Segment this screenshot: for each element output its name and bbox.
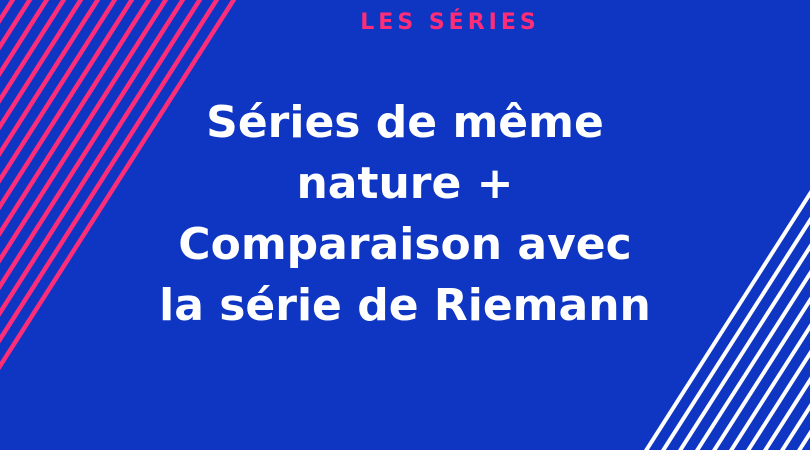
pink-stripe bbox=[0, 0, 50, 78]
white-stripe bbox=[763, 376, 810, 450]
banner-title: Séries de même nature + Comparaison avec… bbox=[90, 92, 720, 336]
title-line-1: Séries de même bbox=[206, 97, 604, 148]
title-line-2: nature + bbox=[296, 158, 514, 209]
title-line-3: Comparaison avec bbox=[178, 219, 632, 270]
category-label: LES SÉRIES bbox=[360, 10, 540, 35]
white-stripe bbox=[729, 323, 810, 450]
blog-banner: LES SÉRIES Séries de même nature + Compa… bbox=[0, 0, 810, 450]
title-line-4: la série de Riemann bbox=[159, 280, 651, 331]
